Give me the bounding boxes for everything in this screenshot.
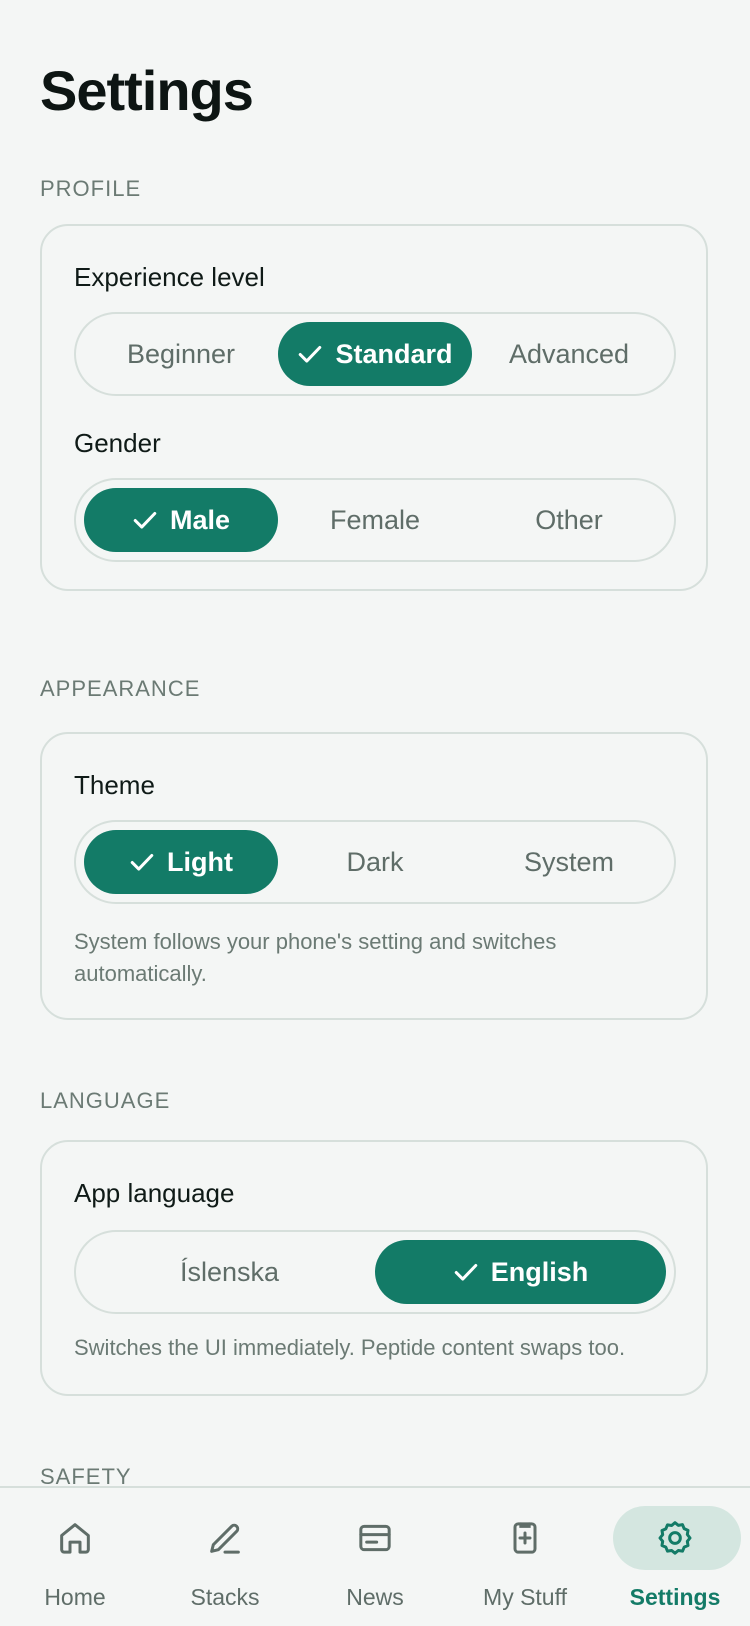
option-label: Standard [335, 338, 453, 369]
experience-option-standard[interactable]: Standard [278, 322, 472, 386]
document-plus-icon [513, 1522, 537, 1554]
language-option-islenska[interactable]: Íslenska [84, 1240, 375, 1304]
page-title: Settings [40, 59, 254, 122]
option-label: Dark [346, 846, 404, 877]
language-option-english[interactable]: English [375, 1240, 666, 1304]
option-label: Male [169, 504, 231, 535]
option-label: Light [167, 846, 233, 877]
gear-icon [658, 1521, 692, 1555]
settings-page: Settings PROFILE Experience level Beginn… [0, 0, 750, 1624]
option-label: Advanced [508, 338, 630, 369]
nav-label-my-stuff: My Stuff [483, 1584, 567, 1610]
theme-label: Theme [74, 770, 155, 800]
section-label-language: LANGUAGE [40, 1088, 171, 1113]
option-label: English [490, 1256, 589, 1287]
nav-item-home[interactable]: Home [0, 1488, 150, 1626]
pencil-icon [210, 1523, 240, 1554]
check-icon [299, 345, 322, 363]
app-language-label: App language [74, 1178, 235, 1208]
gender-label: Gender [74, 428, 161, 458]
experience-level-selector: Beginner Standard Advanced [74, 312, 676, 396]
check-icon [133, 511, 157, 529]
theme-help-text: System follows your phone's setting and … [74, 929, 557, 986]
language-card: App language Íslenska English Switches t… [40, 1140, 708, 1396]
section-label-appearance: APPEARANCE [40, 676, 201, 701]
nav-item-my-stuff[interactable]: My Stuff [450, 1488, 600, 1626]
option-label: Beginner [126, 338, 236, 369]
experience-level-label: Experience level [74, 262, 265, 292]
theme-option-dark[interactable]: Dark [278, 830, 472, 894]
nav-item-news[interactable]: News [300, 1488, 450, 1626]
language-help-text: Switches the UI immediately. Peptide con… [74, 1335, 626, 1360]
experience-option-beginner[interactable]: Beginner [84, 322, 278, 386]
theme-selector: Light Dark System [74, 820, 676, 904]
option-label: System [523, 846, 615, 877]
gender-option-other[interactable]: Other [472, 488, 666, 552]
check-icon [130, 853, 154, 871]
nav-item-settings[interactable]: Settings [600, 1488, 750, 1626]
nav-label-stacks: Stacks [190, 1584, 260, 1610]
section-label-profile: PROFILE [40, 176, 142, 201]
news-card-icon [359, 1524, 391, 1552]
option-label: Female [329, 504, 421, 535]
option-label: Other [535, 504, 603, 535]
nav-item-stacks[interactable]: Stacks [150, 1488, 300, 1626]
app-language-selector: Íslenska English [74, 1230, 676, 1314]
home-icon [60, 1523, 90, 1554]
appearance-card: Theme Light Dark System System follows y… [40, 732, 708, 1020]
gender-selector: Male Female Other [74, 478, 676, 562]
nav-label-home: Home [44, 1584, 106, 1610]
gender-option-male[interactable]: Male [84, 488, 278, 552]
bottom-navigation: Home Stacks News My Stuff Settings [0, 1486, 750, 1624]
option-label: Íslenska [179, 1256, 280, 1287]
nav-label-news: News [346, 1584, 404, 1610]
theme-option-light[interactable]: Light [84, 830, 278, 894]
gender-option-female[interactable]: Female [278, 488, 472, 552]
profile-card: Experience level Beginner Standard Advan… [40, 224, 708, 591]
nav-label-settings: Settings [629, 1584, 721, 1610]
theme-option-system[interactable]: System [472, 830, 666, 894]
experience-option-advanced[interactable]: Advanced [472, 322, 666, 386]
check-icon [454, 1263, 478, 1281]
